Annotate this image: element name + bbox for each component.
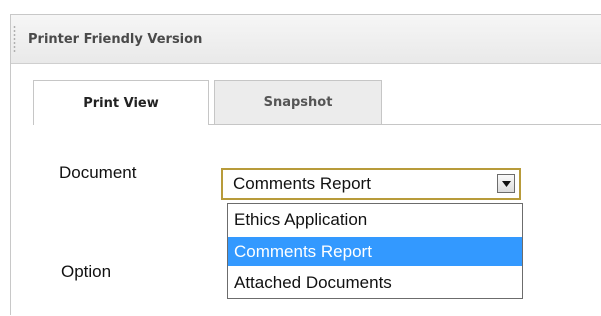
panel-title: Printer Friendly Version	[28, 32, 203, 47]
document-select[interactable]: Comments Report	[221, 168, 521, 200]
option-attached-documents[interactable]: Attached Documents	[228, 268, 522, 297]
document-label: Document	[59, 163, 137, 182]
option-comments-report[interactable]: Comments Report	[228, 237, 522, 266]
panel-header: Printer Friendly Version	[11, 15, 601, 64]
document-select-value: Comments Report	[233, 174, 371, 193]
tab-print-view[interactable]: Print View	[33, 80, 209, 125]
drag-grip-icon[interactable]	[13, 25, 16, 53]
chevron-down-icon[interactable]	[497, 174, 515, 193]
option-label: Option	[61, 262, 112, 281]
option-ethics-application[interactable]: Ethics Application	[228, 205, 522, 234]
tab-snapshot[interactable]: Snapshot	[214, 80, 382, 125]
document-dropdown-list: Ethics Application Comments Report Attac…	[227, 203, 523, 299]
